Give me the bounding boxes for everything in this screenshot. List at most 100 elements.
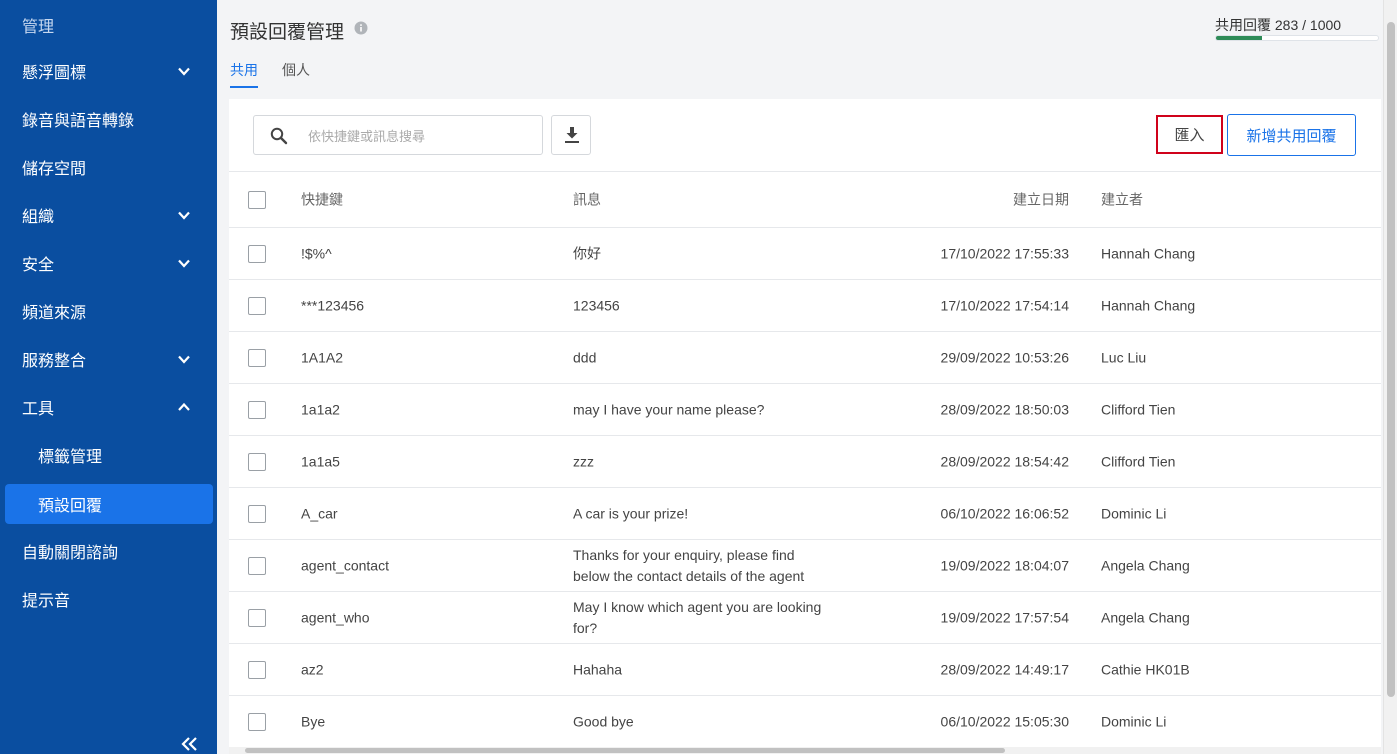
sidebar-item-label: 組織 bbox=[22, 209, 55, 226]
cell-creator: Angela Chang bbox=[1101, 557, 1190, 573]
download-icon bbox=[565, 127, 579, 143]
sidebar-item-8[interactable]: 標籤管理 bbox=[0, 435, 217, 475]
import-button[interactable]: 匯入 bbox=[1156, 115, 1223, 154]
cell-message: 你好 bbox=[573, 245, 601, 261]
sidebar-item-0[interactable]: 懸浮圖標 bbox=[0, 51, 217, 91]
search-input[interactable] bbox=[308, 126, 528, 146]
search-icon bbox=[270, 127, 288, 145]
row-checkbox[interactable] bbox=[248, 660, 266, 679]
table-row[interactable]: A_car A car is your prize! 06/10/2022 16:0… bbox=[229, 487, 1381, 539]
vertical-scroll-thumb[interactable] bbox=[1387, 22, 1395, 697]
tab-shared[interactable]: 共用 bbox=[230, 60, 258, 88]
cell-key: agent_contact bbox=[301, 557, 389, 573]
cell-date: 28/09/2022 18:50:03 bbox=[940, 401, 1069, 417]
cell-message: may I have your name please? bbox=[573, 401, 765, 417]
sidebar-item-1[interactable]: 錄音與語音轉錄 bbox=[0, 99, 217, 139]
chevron-down-icon bbox=[178, 259, 190, 268]
cell-date: 17/10/2022 17:55:33 bbox=[940, 245, 1069, 261]
cell-key: !$%^ bbox=[301, 245, 332, 261]
sidebar-item-label: 自動關閉諮詢 bbox=[22, 545, 119, 562]
cell-message: May I know which agent you are looking f… bbox=[573, 598, 822, 636]
sidebar-item-2[interactable]: 儲存空間 bbox=[0, 147, 217, 187]
info-icon[interactable] bbox=[354, 21, 368, 35]
table-row[interactable]: Bye Good bye 06/10/2022 15:05:30 Dominic Li bbox=[229, 695, 1381, 747]
row-checkbox[interactable] bbox=[248, 504, 266, 523]
sidebar-item-label: 工具 bbox=[22, 401, 55, 418]
cell-message: Hahaha bbox=[573, 661, 623, 677]
cell-creator: Cathie HK01B bbox=[1101, 661, 1190, 677]
cell-message: zzz bbox=[573, 453, 594, 469]
sidebar-item-label: 儲存空間 bbox=[22, 161, 87, 178]
cell-message: A car is your prize! bbox=[573, 505, 689, 521]
table-row[interactable]: agent_who May I know which agent you are … bbox=[229, 591, 1381, 643]
table-row[interactable]: 1a1a5 zzz 28/09/2022 18:54:42 Clifford Tien bbox=[229, 435, 1381, 487]
sidebar-item-label: 頻道來源 bbox=[22, 305, 87, 322]
cell-creator: Dominic Li bbox=[1101, 505, 1167, 521]
add-shared-reply-button[interactable]: 新增共用回覆 bbox=[1227, 114, 1356, 156]
cell-creator: Angela Chang bbox=[1101, 609, 1190, 625]
cell-date: 19/09/2022 17:57:54 bbox=[940, 609, 1069, 625]
column-header-message[interactable]: 訊息 bbox=[573, 189, 823, 210]
double-chevron-left-icon[interactable] bbox=[178, 734, 200, 754]
horizontal-scrollbar[interactable] bbox=[229, 747, 1381, 754]
cell-key: 1a1a5 bbox=[301, 453, 340, 469]
sidebar-item-3[interactable]: 組織 bbox=[0, 195, 217, 235]
cell-key: Bye bbox=[301, 713, 326, 729]
table-row[interactable]: !$%^ 你好 17/10/2022 17:55:33 Hannah Chang bbox=[229, 227, 1381, 279]
table-row[interactable]: 1a1a2 may I have your name please? 28/09/2… bbox=[229, 383, 1381, 435]
cell-message: 123456 bbox=[573, 297, 620, 313]
horizontal-scroll-thumb[interactable] bbox=[245, 748, 1005, 753]
sidebar-item-5[interactable]: 頻道來源 bbox=[0, 291, 217, 331]
row-checkbox[interactable] bbox=[248, 296, 266, 315]
sidebar-item-label: 錄音與語音轉錄 bbox=[22, 113, 135, 130]
cell-date: 28/09/2022 14:49:17 bbox=[940, 661, 1069, 677]
chevron-down-icon bbox=[178, 355, 190, 364]
search-box[interactable] bbox=[253, 115, 543, 155]
row-checkbox[interactable] bbox=[248, 452, 266, 471]
usage-progress-bar bbox=[1215, 35, 1379, 41]
sidebar-item-label: 預設回覆 bbox=[38, 498, 103, 515]
usage-progress-fill bbox=[1216, 36, 1262, 40]
row-checkbox[interactable] bbox=[248, 348, 266, 367]
download-button[interactable] bbox=[551, 115, 591, 155]
select-all-checkbox[interactable] bbox=[248, 190, 266, 209]
sidebar-item-label: 標籤管理 bbox=[38, 449, 103, 466]
page-title: 預設回覆管理 bbox=[230, 22, 345, 43]
cell-date: 19/09/2022 18:04:07 bbox=[940, 557, 1069, 573]
sidebar-item-6[interactable]: 服務整合 bbox=[0, 339, 217, 379]
row-checkbox[interactable] bbox=[248, 712, 266, 731]
sidebar-item-9[interactable]: 預設回覆 bbox=[5, 484, 213, 524]
vertical-scrollbar[interactable] bbox=[1383, 0, 1397, 754]
sidebar-item-10[interactable]: 自動關閉諮詢 bbox=[0, 531, 217, 571]
row-checkbox[interactable] bbox=[248, 400, 266, 419]
sidebar-item-7[interactable]: 工具 bbox=[0, 387, 217, 427]
cell-date: 06/10/2022 16:06:52 bbox=[940, 505, 1069, 521]
row-checkbox[interactable] bbox=[248, 244, 266, 263]
cell-creator: Clifford Tien bbox=[1101, 401, 1176, 417]
table-row[interactable]: ***123456 123456 17/10/2022 17:54:14 Hannah… bbox=[229, 279, 1381, 331]
table-row[interactable]: 1A1A2 ddd 29/09/2022 10:53:26 Luc Liu bbox=[229, 331, 1381, 383]
column-header-date[interactable]: 建立日期 bbox=[1013, 189, 1069, 210]
chevron-down-icon bbox=[178, 67, 190, 76]
cell-key: 1A1A2 bbox=[301, 349, 344, 365]
chevron-up-icon bbox=[178, 402, 190, 411]
tab-personal[interactable]: 個人 bbox=[282, 60, 310, 88]
cell-key: ***123456 bbox=[301, 297, 365, 313]
sidebar-item-4[interactable]: 安全 bbox=[0, 243, 217, 283]
column-header-key[interactable]: 快捷鍵 bbox=[301, 189, 343, 210]
row-checkbox[interactable] bbox=[248, 608, 266, 627]
replies-card: 匯入 新增共用回覆 快捷鍵 訊息 建立日期 建立者 !$%^ 你好 17/10/20… bbox=[229, 99, 1381, 754]
row-checkbox[interactable] bbox=[248, 556, 266, 575]
column-header-creator[interactable]: 建立者 bbox=[1101, 189, 1143, 210]
cell-message: Thanks for your enquiry, please find bel… bbox=[573, 546, 805, 584]
table-row[interactable]: agent_contact Thanks for your enquiry, pl… bbox=[229, 539, 1381, 591]
cell-key: az2 bbox=[301, 661, 324, 677]
sidebar-item-11[interactable]: 提示音 bbox=[0, 579, 217, 619]
cell-key: agent_who bbox=[301, 609, 370, 625]
usage-label: 共用回覆 283 / 1000 bbox=[1215, 17, 1342, 33]
sidebar-item-label: 懸浮圖標 bbox=[22, 65, 87, 82]
cell-key: A_car bbox=[301, 505, 338, 521]
table-row[interactable]: az2 Hahaha 28/09/2022 14:49:17 Cathie HK01B bbox=[229, 643, 1381, 695]
cell-creator: Hannah Chang bbox=[1101, 245, 1196, 261]
cell-date: 06/10/2022 15:05:30 bbox=[940, 713, 1069, 729]
